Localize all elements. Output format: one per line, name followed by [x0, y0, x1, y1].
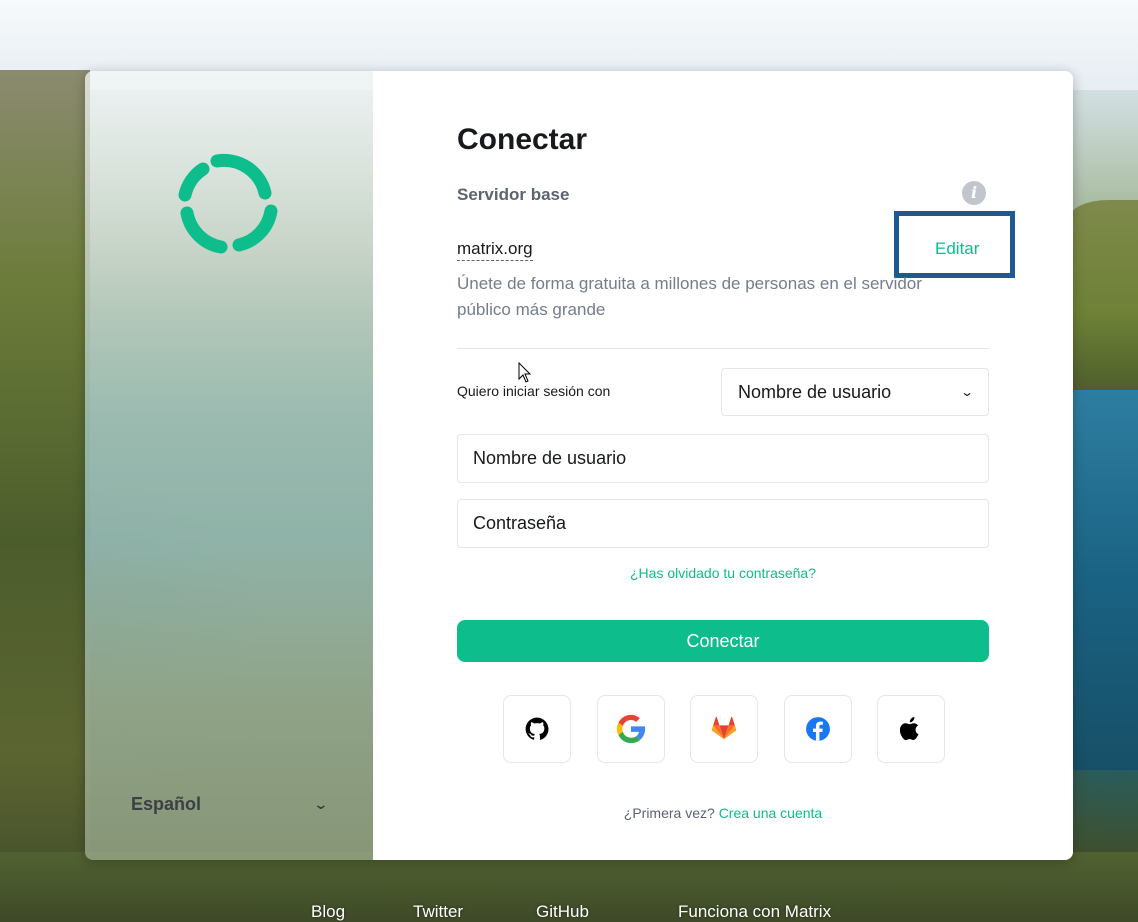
mouse-cursor-icon: [518, 362, 532, 383]
username-placeholder: Nombre de usuario: [473, 448, 627, 468]
login-method-label: Quiero iniciar sesión con: [457, 383, 611, 399]
login-method-value: Nombre de usuario: [738, 381, 892, 402]
facebook-sso-button[interactable]: [783, 695, 852, 763]
chevron-down-icon: ⌄: [313, 795, 329, 812]
forgot-password-link[interactable]: ¿Has olvidado tu contraseña?: [457, 565, 989, 581]
footer-link-blog[interactable]: Blog: [311, 902, 345, 922]
homeserver-description: Únete de forma gratuita a millones de pe…: [457, 274, 922, 319]
gitlab-icon: [711, 716, 737, 740]
login-form-panel: Conectar Servidor base i matrix.org Edit…: [373, 71, 1073, 860]
chevron-down-icon: ⌄: [959, 385, 975, 399]
language-selector[interactable]: Español ⌄: [131, 789, 331, 819]
homeserver-label: Servidor base: [457, 185, 570, 204]
facebook-icon: [805, 717, 830, 741]
login-method-select[interactable]: Nombre de usuario ⌄: [721, 368, 989, 416]
github-sso-button[interactable]: [503, 695, 571, 763]
google-icon: [616, 714, 645, 744]
password-field[interactable]: Contraseña: [457, 499, 989, 548]
footer-link-twitter[interactable]: Twitter: [413, 902, 463, 922]
divider: [457, 348, 989, 349]
footer-link-matrix[interactable]: Funciona con Matrix: [678, 902, 831, 922]
background-cliff: [0, 70, 90, 922]
username-field[interactable]: Nombre de usuario: [457, 434, 989, 483]
google-sso-button[interactable]: [596, 695, 665, 763]
github-icon: [525, 717, 549, 740]
apple-icon: [899, 717, 919, 740]
page-title: Conectar: [457, 123, 588, 156]
footer-link-github[interactable]: GitHub: [536, 902, 589, 922]
edit-highlight-box: [894, 211, 1015, 278]
create-account-link[interactable]: Crea una cuenta: [719, 805, 823, 821]
password-placeholder: Contraseña: [473, 513, 567, 533]
info-icon[interactable]: i: [962, 181, 986, 205]
footer-links: Blog Twitter GitHub Funciona con Matrix: [0, 900, 1138, 922]
sign-in-button[interactable]: Conectar: [457, 620, 989, 662]
login-card: Español ⌄ Conectar Servidor base i matri…: [85, 71, 1073, 860]
sso-provider-row: [503, 695, 945, 765]
signup-prompt: ¿Primera vez? Crea una cuenta: [457, 805, 989, 821]
element-logo-icon: [178, 153, 278, 254]
language-label: Español: [131, 793, 202, 814]
homeserver-name: matrix.org: [457, 239, 533, 261]
apple-sso-button[interactable]: [877, 695, 945, 763]
gitlab-sso-button[interactable]: [690, 695, 758, 763]
brand-panel: Español ⌄: [85, 71, 373, 860]
background-hill: [1068, 200, 1138, 390]
signup-question: ¿Primera vez?: [623, 805, 715, 821]
